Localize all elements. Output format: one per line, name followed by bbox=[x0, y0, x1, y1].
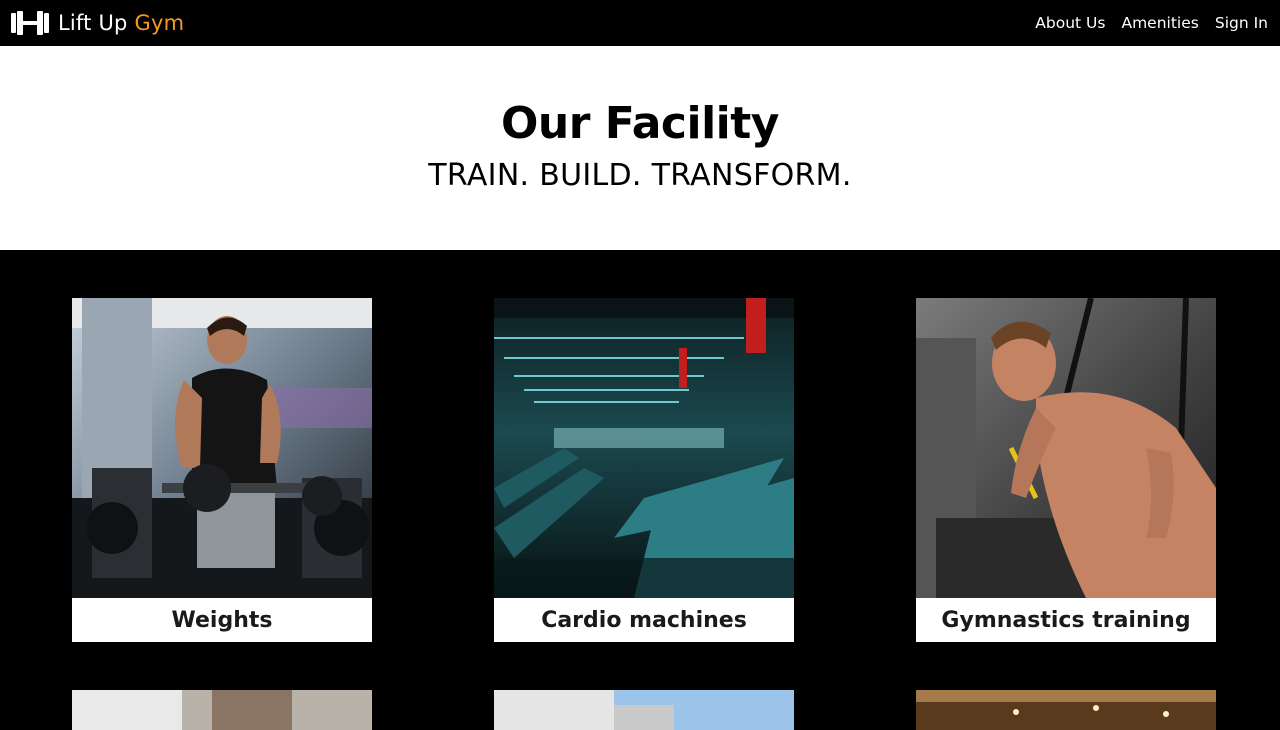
hero-section: Our Facility TRAIN. BUILD. TRANSFORM. bbox=[0, 46, 1280, 250]
weights-photo bbox=[72, 298, 372, 598]
nav-link-amenities[interactable]: Amenities bbox=[1121, 14, 1198, 32]
facility-label: Cardio machines bbox=[494, 598, 794, 642]
facility-card-6[interactable] bbox=[916, 690, 1216, 730]
cardio-photo bbox=[494, 298, 794, 598]
brand-accent: Gym bbox=[134, 11, 185, 35]
facility-photo bbox=[72, 690, 372, 730]
navbar: Lift Up Gym About Us Amenities Sign In bbox=[0, 0, 1280, 46]
facility-card-5[interactable] bbox=[494, 690, 794, 730]
facility-label: Gymnastics training bbox=[916, 598, 1216, 642]
gymnastics-photo bbox=[916, 298, 1216, 598]
dumbbell-icon bbox=[11, 11, 49, 35]
nav-link-about-us[interactable]: About Us bbox=[1035, 14, 1105, 32]
brand-logo-link[interactable]: Lift Up Gym bbox=[10, 9, 184, 37]
facility-card-weights[interactable]: Weights bbox=[72, 298, 372, 642]
facility-card-cardio[interactable]: Cardio machines bbox=[494, 298, 794, 642]
page-subtitle: TRAIN. BUILD. TRANSFORM. bbox=[428, 158, 852, 193]
facility-photo bbox=[916, 690, 1216, 730]
brand-name: Lift Up Gym bbox=[58, 11, 185, 35]
nav-link-sign-in[interactable]: Sign In bbox=[1215, 14, 1268, 32]
facility-grid: Weights Cardio machines Gymnastics train… bbox=[0, 250, 1280, 730]
facility-card-4[interactable] bbox=[72, 690, 372, 730]
facility-label: Weights bbox=[72, 598, 372, 642]
facility-card-gymnastics[interactable]: Gymnastics training bbox=[916, 298, 1216, 642]
facility-photo bbox=[494, 690, 794, 730]
page-title: Our Facility bbox=[501, 98, 779, 149]
nav-links: About Us Amenities Sign In bbox=[1035, 14, 1268, 32]
